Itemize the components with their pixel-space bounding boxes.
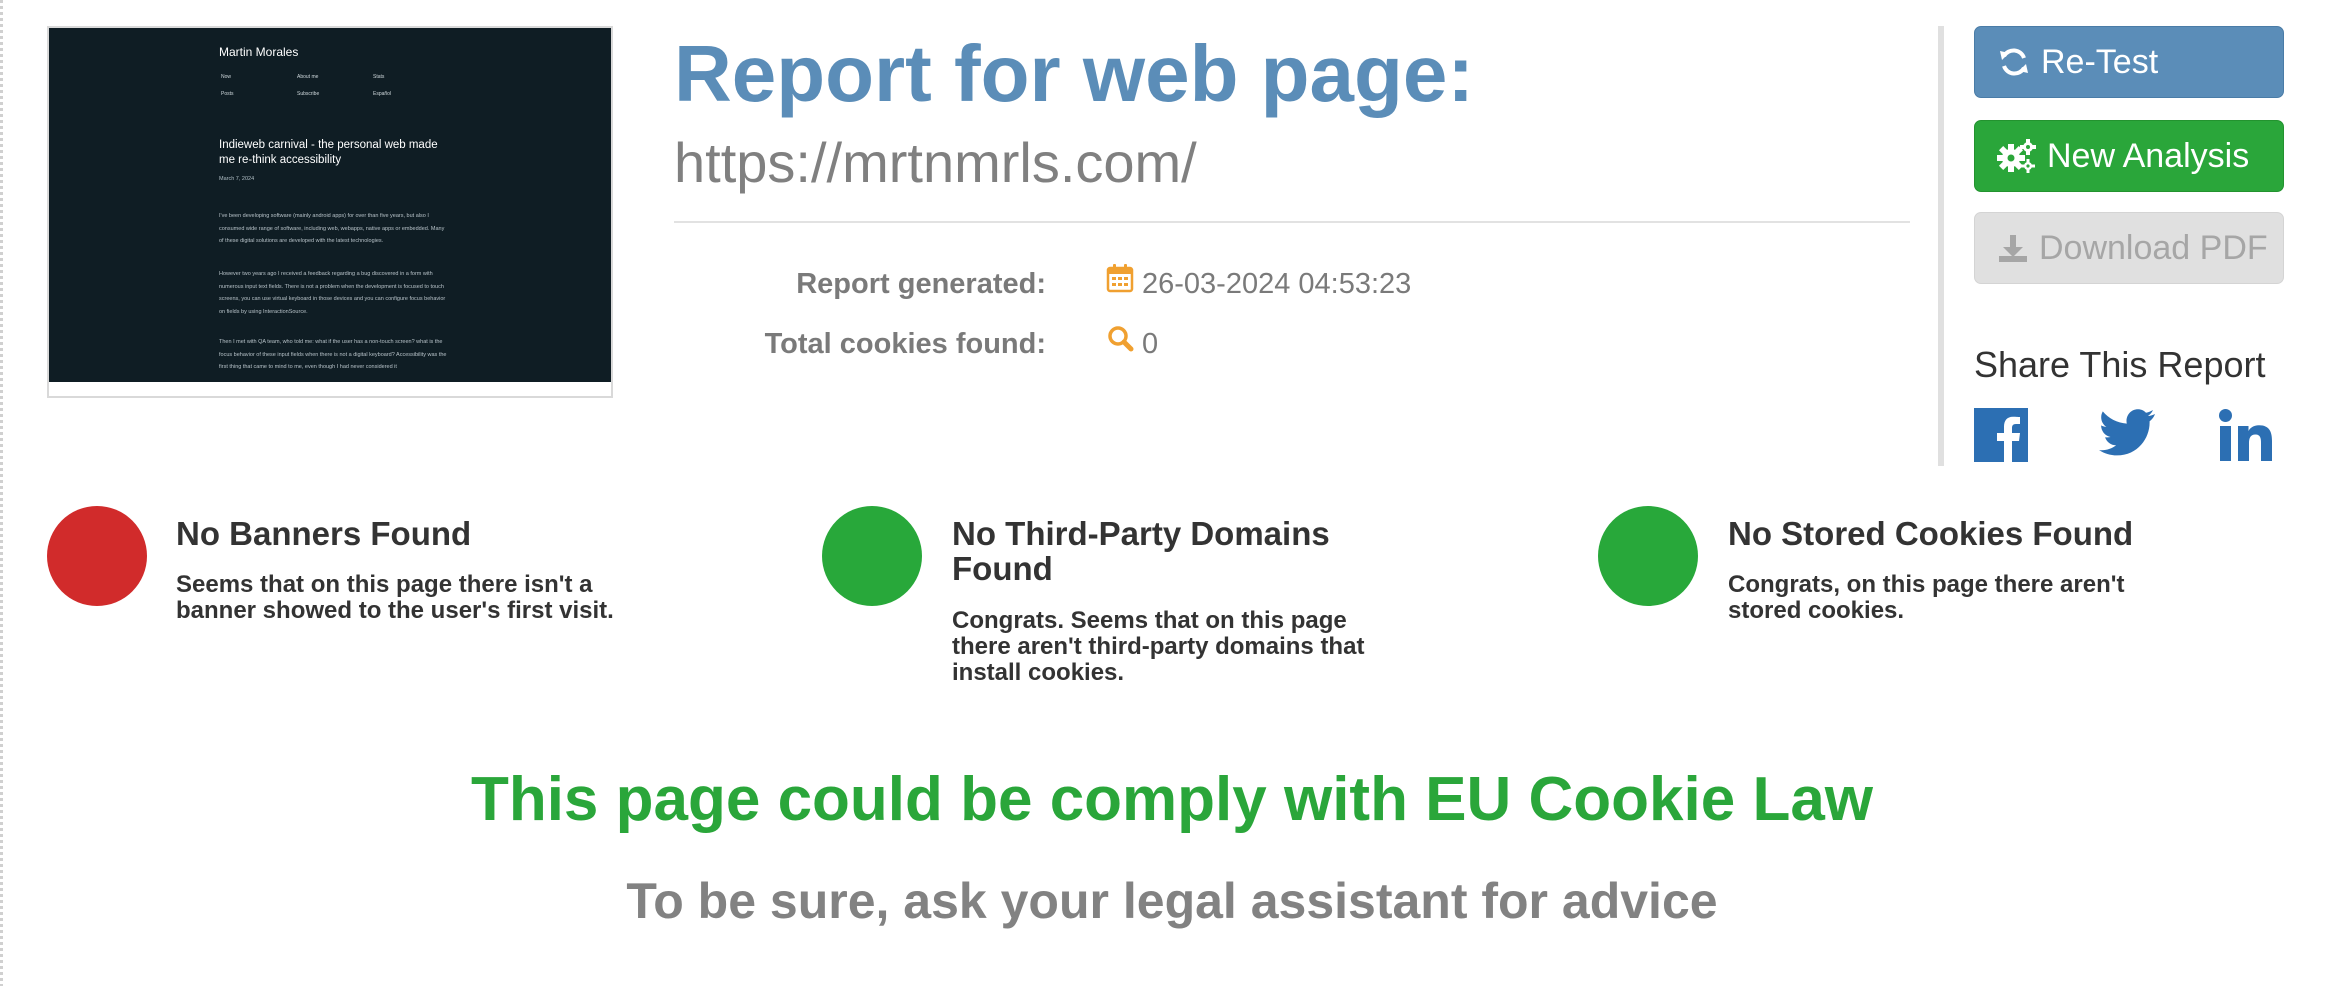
report-generated-label: Report generated: [796, 268, 1046, 300]
calendar-icon [1106, 263, 1134, 301]
gears-icon [1997, 138, 2037, 174]
page-edge-divider [0, 0, 3, 986]
screenshot-nav-item: Now [221, 74, 232, 80]
screenshot-content: Martin Morales Now About me Stats Posts … [49, 28, 611, 382]
banner-result-text: Seems that on this page there isn't a ba… [176, 571, 614, 624]
screenshot-paragraph: However two years ago I received a feedb… [219, 271, 446, 315]
report-title: Report for web page: [674, 29, 1475, 118]
download-pdf-label: Download PDF [2039, 228, 2268, 267]
screenshot-nav-item: Posts [221, 91, 234, 97]
side-panel-divider [1938, 26, 1944, 466]
twitter-icon[interactable] [2098, 408, 2156, 465]
cookies-count-text: 0 [1142, 328, 1159, 360]
header-divider [674, 221, 1910, 223]
third-party-status-indicator [822, 506, 922, 606]
banner-result-title: No Banners Found [176, 515, 472, 552]
legal-advice-note: To be sure, ask your legal assistant for… [626, 873, 1718, 929]
report-url: https://mrtnmrls.com/ [674, 131, 1197, 194]
new-analysis-button[interactable]: New Analysis [1974, 120, 2284, 192]
banner-status-indicator [47, 506, 147, 606]
compliance-verdict: This page could be comply with EU Cookie… [470, 765, 1874, 834]
generated-date-text: 26-03-2024 04:53:23 [1142, 268, 1412, 300]
screenshot-nav-item: Subscribe [297, 91, 320, 97]
total-cookies-label: Total cookies found: [764, 328, 1046, 360]
download-pdf-button[interactable]: Download PDF [1974, 212, 2284, 284]
linkedin-icon[interactable] [2218, 408, 2274, 467]
retest-button[interactable]: Re-Test [1974, 26, 2284, 98]
screenshot-nav-item: About me [297, 74, 319, 80]
screenshot-post-date: March 7, 2024 [219, 176, 255, 182]
total-cookies-value: 0 [1106, 326, 1159, 361]
stored-cookies-status-indicator [1598, 506, 1698, 606]
screenshot-nav-item: Español [373, 91, 392, 97]
share-report-title: Share This Report [1974, 344, 2266, 385]
third-party-result-text: Congrats. Seems that on this page there … [952, 607, 1365, 686]
download-icon [1997, 232, 2029, 264]
search-icon [1106, 323, 1134, 361]
screenshot-paragraph: Then I met with QA team, who told me: wh… [219, 339, 447, 370]
third-party-result-title: No Third-Party Domains Found [952, 515, 1330, 587]
screenshot-post-title: Indieweb carnival - the personal web mad… [219, 139, 438, 166]
stored-cookies-result-title: No Stored Cookies Found [1728, 515, 2134, 552]
screenshot-site-name: Martin Morales [219, 45, 299, 59]
refresh-icon [1997, 45, 2031, 79]
stored-cookies-result-text: Congrats, on this page there aren't stor… [1728, 571, 2125, 624]
screenshot-paragraph: I've been developing software (mainly an… [219, 213, 445, 244]
website-screenshot: Martin Morales Now About me Stats Posts … [47, 26, 613, 398]
retest-label: Re-Test [2041, 42, 2159, 81]
new-analysis-label: New Analysis [2047, 136, 2250, 175]
facebook-icon[interactable] [1974, 408, 2028, 467]
report-generated-value: 26-03-2024 04:53:23 [1106, 264, 1412, 301]
screenshot-nav-item: Stats [373, 74, 385, 80]
